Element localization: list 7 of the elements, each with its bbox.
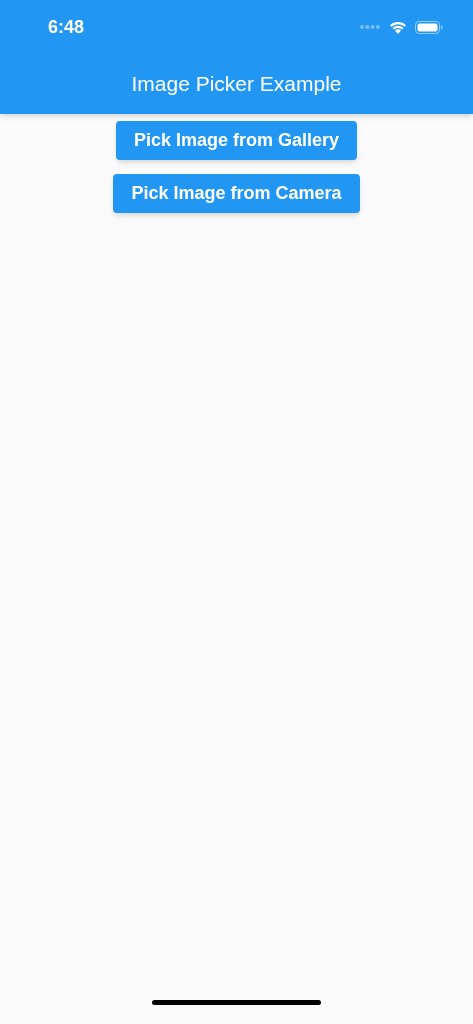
wifi-icon	[389, 20, 407, 34]
battery-icon	[415, 20, 443, 34]
pick-image-button[interactable]: Pick Image from Gallery	[115, 121, 358, 160]
app-title: Image Picker Example	[131, 71, 342, 98]
signal-icon	[359, 24, 381, 30]
status-time: 6:48	[48, 15, 85, 39]
pick-image-button[interactable]: Pick Image from Camera	[113, 174, 360, 213]
